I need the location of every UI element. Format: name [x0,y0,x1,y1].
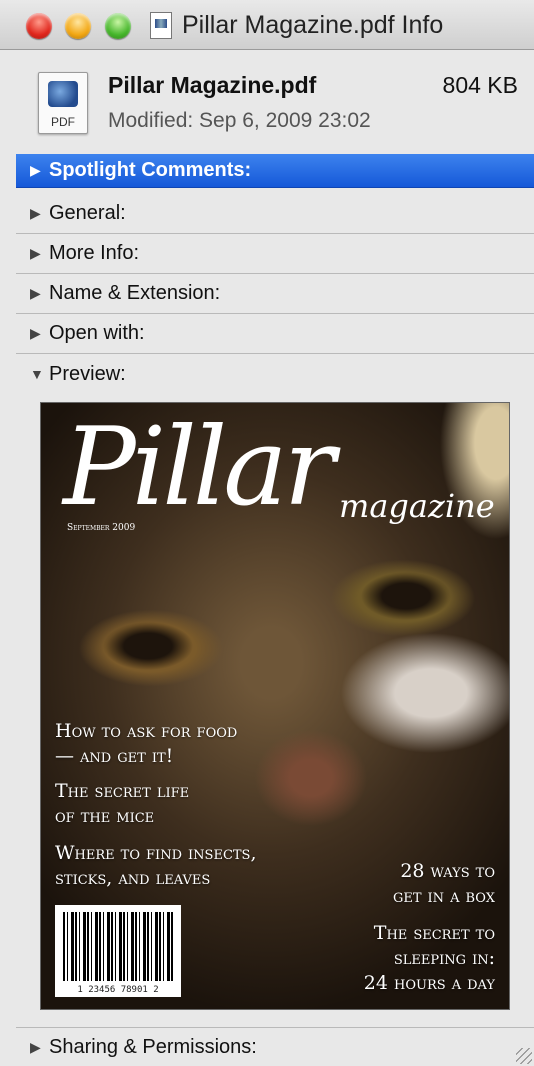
section-more-info[interactable]: ▶ More Info: [16,234,534,274]
section-name-extension[interactable]: ▶ Name & Extension: [16,274,534,314]
title-bar[interactable]: Pillar Magazine.pdf Info [0,0,534,50]
cover-subtitle: magazine [339,487,495,525]
minimize-button[interactable] [65,13,91,39]
section-label: Sharing & Permissions: [49,1035,257,1058]
barcode-number: 1 23456 78901 2 [77,985,159,995]
section-open-with[interactable]: ▶ Open with: [16,314,534,354]
section-label: Preview: [49,362,126,385]
resize-grip-icon[interactable] [516,1048,532,1064]
section-label: General: [49,202,126,224]
section-label: Open with: [49,322,145,344]
cover-title: Pillar [63,405,335,530]
pdf-icon-label: PDF [51,115,75,129]
barcode: 1 23456 78901 2 [55,905,181,997]
document-proxy-icon[interactable] [150,12,172,39]
cover-headline: The secret life of the mice [55,780,190,827]
info-header: PDF Pillar Magazine.pdf 804 KB Modified:… [0,50,534,154]
cover-headline: 28 ways to get in a box [392,860,495,907]
close-button[interactable] [26,13,52,39]
disclosure-triangle-icon: ▶ [30,245,41,261]
preview-image: Pillar magazine September 2009 How to as… [40,402,510,1010]
pdf-file-icon: PDF [38,72,88,134]
section-sharing-permissions[interactable]: ▶ Sharing & Permissions: [16,1027,534,1066]
barcode-bars [63,912,173,981]
section-label: Spotlight Comments: [49,159,252,181]
file-size: 804 KB [442,72,518,98]
window-title: Pillar Magazine.pdf Info [182,11,444,39]
section-general[interactable]: ▶ General: [16,194,534,234]
disclosure-triangle-icon: ▶ [30,1038,41,1055]
modified-date: Modified: Sep 6, 2009 23:02 [108,109,371,132]
disclosure-triangle-icon: ▶ [30,205,41,221]
disclosure-triangle-icon: ▶ [30,325,41,341]
section-preview[interactable]: ▼ Preview: [16,354,534,394]
cover-headline: Where to find insects, sticks, and leave… [55,842,257,889]
pdf-icon-graphic [48,81,78,107]
cover-headline: The secret to sleeping in: 24 hours a da… [363,922,495,994]
disclosure-triangle-icon: ▶ [30,285,41,301]
zoom-button[interactable] [105,13,131,39]
file-name: Pillar Magazine.pdf [108,72,317,98]
section-label: Name & Extension: [49,282,221,304]
disclosure-triangle-icon: ▼ [30,366,44,382]
section-label: More Info: [49,242,140,264]
disclosure-triangle-icon: ▶ [30,162,41,178]
cover-date: September 2009 [67,523,136,533]
cover-headline: How to ask for food — and get it! [55,720,238,767]
section-spotlight-comments[interactable]: ▶ Spotlight Comments: [16,154,534,188]
